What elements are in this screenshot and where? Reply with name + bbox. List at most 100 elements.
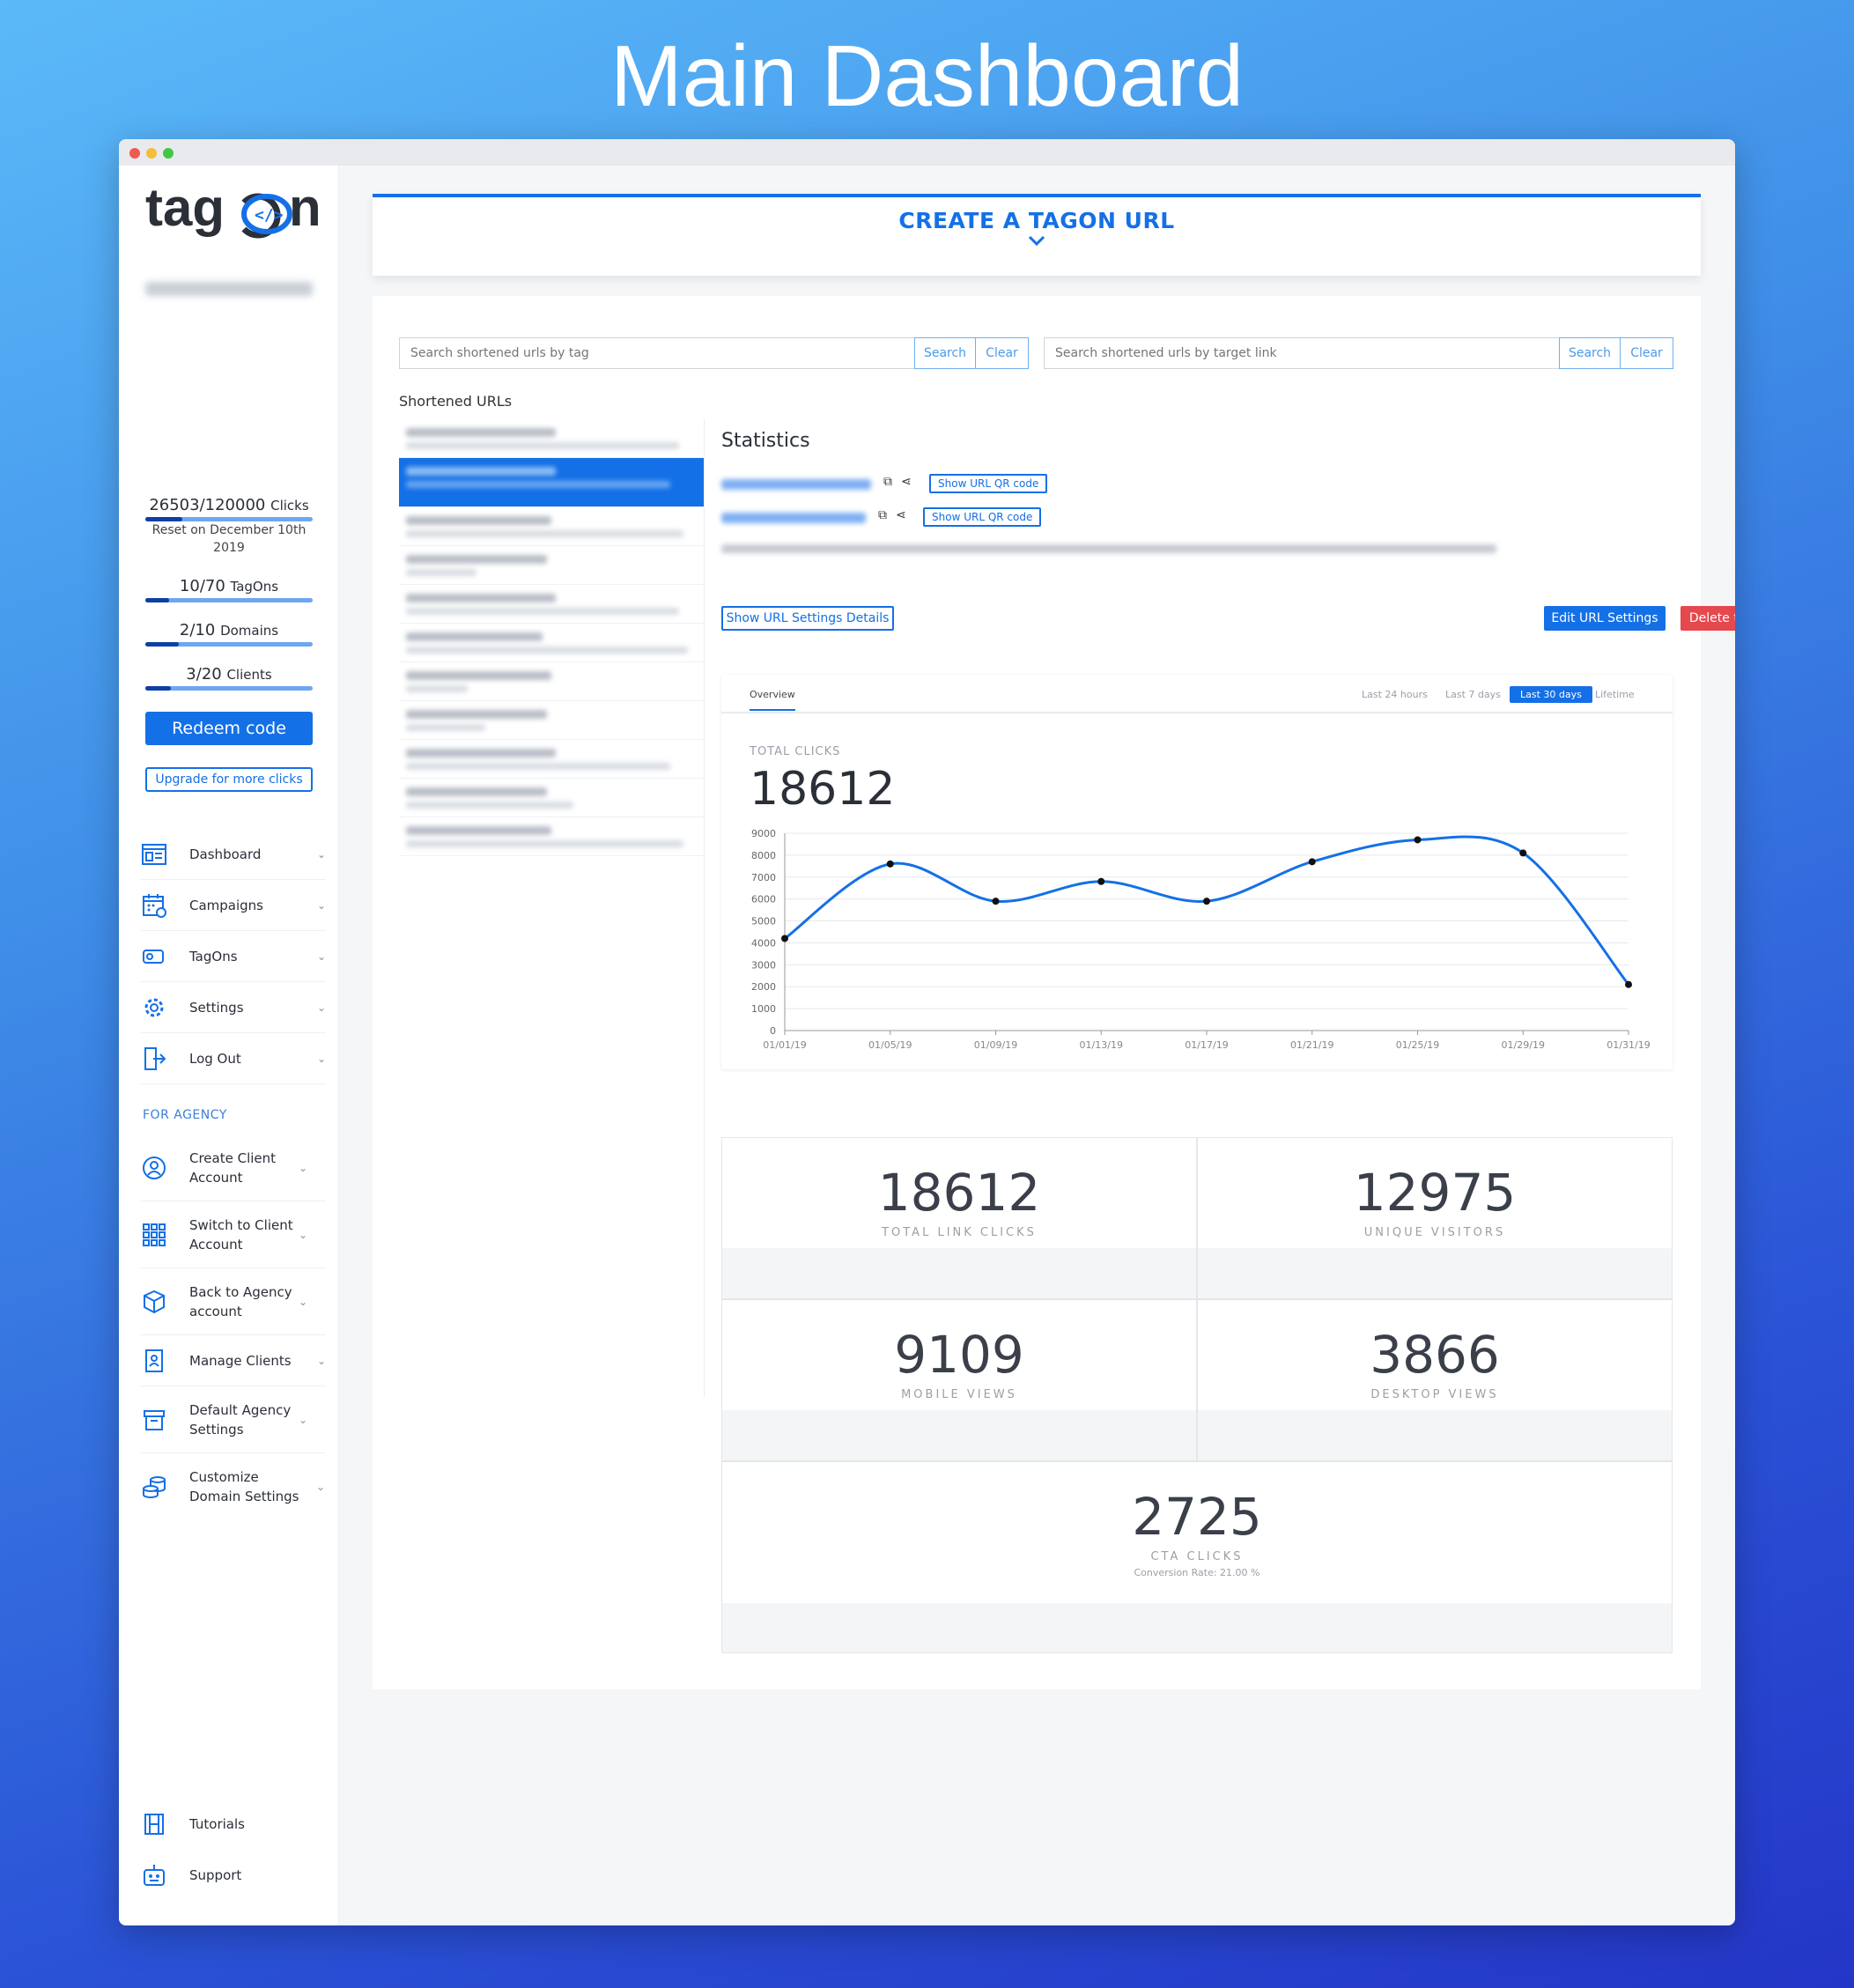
nav-switch-to-client[interactable]: Switch to Client Account ⌄	[141, 1201, 326, 1268]
clicks-quota: 26503/120000 Clicks Reset on December 10…	[145, 496, 313, 557]
y-tick-label: 8000	[751, 850, 776, 861]
show-qr-button[interactable]: Show URL QR code	[929, 474, 1048, 493]
kpi-unique-visitors: 12975 UNIQUE VISITORS	[1197, 1137, 1673, 1299]
page-heading: Main Dashboard	[609, 27, 1245, 124]
list-item[interactable]	[399, 624, 704, 662]
list-item[interactable]	[399, 779, 704, 817]
edit-url-settings-button[interactable]: Edit URL Settings	[1544, 606, 1666, 631]
tag-search-button[interactable]: Search	[914, 337, 976, 369]
create-url-panel[interactable]: CREATE A TAGON URL	[373, 194, 1701, 276]
statistics-title: Statistics	[721, 430, 810, 452]
delete-url-button[interactable]: Delete this URL	[1680, 606, 1735, 631]
short-url-link[interactable]	[721, 479, 871, 490]
x-tick-label: 01/31/19	[1607, 1039, 1650, 1051]
nav-label: Tutorials	[189, 1816, 245, 1832]
kpi-value: 12975	[1353, 1163, 1517, 1223]
list-item[interactable]	[399, 701, 704, 740]
list-item-selected[interactable]	[399, 458, 704, 507]
list-item[interactable]	[399, 585, 704, 624]
nav-tutorials[interactable]: Tutorials	[141, 1811, 245, 1837]
range-last-24-hours[interactable]: Last 24 hours	[1362, 689, 1428, 700]
target-search-button[interactable]: Search	[1559, 337, 1621, 369]
logo[interactable]: tag n </>	[145, 178, 321, 254]
nav-label: Campaigns	[189, 897, 264, 913]
show-settings-details-button[interactable]: Show URL Settings Details	[721, 606, 894, 631]
data-point	[1203, 898, 1210, 905]
nav-label: Settings	[189, 999, 244, 1016]
nav-label: Log Out	[189, 1050, 241, 1067]
tag-search-input[interactable]	[399, 337, 914, 369]
clients-quota: 3/20 Clients	[145, 665, 313, 691]
nav-label: Switch to Client Account	[189, 1216, 293, 1253]
tagons-unit: TagOns	[230, 579, 279, 595]
maximize-window-dot[interactable]	[163, 148, 174, 159]
nav-default-agency-settings[interactable]: Default Agency Settings ⌄	[141, 1386, 326, 1453]
tagons-quota: 10/70 TagOns	[145, 577, 313, 602]
upgrade-button[interactable]: Upgrade for more clicks	[145, 767, 313, 792]
list-item[interactable]	[399, 546, 704, 585]
range-last-30-days[interactable]: Last 30 days	[1510, 686, 1592, 703]
nav-customize-domain-settings[interactable]: Customize Domain Settings ⌄	[141, 1453, 326, 1520]
range-last-7-days[interactable]: Last 7 days	[1445, 689, 1501, 700]
list-item[interactable]	[399, 817, 704, 856]
show-qr-button[interactable]: Show URL QR code	[923, 507, 1042, 527]
minimize-window-dot[interactable]	[146, 148, 157, 159]
clipboard-user-icon	[145, 1349, 163, 1372]
list-item[interactable]	[399, 507, 704, 546]
tagons-count: 10/70	[179, 577, 225, 595]
coins-icon	[143, 1476, 166, 1498]
clicks-unit: Clicks	[270, 498, 309, 514]
copy-icon[interactable]: ⧉	[883, 475, 892, 489]
y-tick-label: 7000	[751, 872, 776, 883]
urls-panel: Search Clear Search Clear Shortened URLs…	[373, 296, 1735, 1689]
share-icon[interactable]: ⋖	[896, 508, 906, 522]
clients-unit: Clients	[226, 667, 272, 683]
kpi-desktop-views: 3866 DESKTOP VIEWS	[1197, 1299, 1673, 1461]
kpi-mobile-views: 9109 MOBILE VIEWS	[721, 1299, 1197, 1461]
logout-icon	[144, 1046, 166, 1070]
short-url-link[interactable]	[721, 513, 866, 523]
chevron-down-icon: ⌄	[298, 1161, 307, 1174]
copy-icon[interactable]: ⧉	[878, 508, 887, 522]
data-point	[1308, 858, 1316, 866]
nav-tagons[interactable]: TagOns ⌄	[141, 931, 326, 982]
nav-logout[interactable]: Log Out ⌄	[141, 1033, 326, 1084]
nav-manage-clients[interactable]: Manage Clients ⌄	[141, 1335, 326, 1386]
kpi-value: 9109	[894, 1325, 1024, 1385]
clicks-chart-card: Overview Last 24 hours Last 7 days Last …	[721, 675, 1673, 1069]
nav-back-to-agency[interactable]: Back to Agency account ⌄	[141, 1268, 326, 1335]
target-clear-button[interactable]: Clear	[1621, 337, 1673, 369]
nav-label: Customize Domain Settings	[189, 1469, 299, 1504]
target-search-input[interactable]	[1044, 337, 1559, 369]
nav-label: Support	[189, 1867, 242, 1883]
agency-section-heading: FOR AGENCY	[143, 1108, 227, 1122]
list-item[interactable]	[399, 419, 704, 458]
range-lifetime[interactable]: Lifetime	[1595, 689, 1635, 700]
share-icon[interactable]: ⋖	[901, 475, 912, 489]
kpi-label: DESKTOP VIEWS	[1370, 1388, 1499, 1401]
kpi-label: UNIQUE VISITORS	[1363, 1226, 1506, 1239]
redeem-code-button[interactable]: Redeem code	[145, 712, 313, 745]
chevron-down-icon: ⌄	[316, 950, 326, 963]
y-tick-label: 3000	[751, 959, 776, 971]
nav-support[interactable]: Support	[141, 1862, 241, 1888]
tab-overview[interactable]: Overview	[750, 689, 795, 711]
tagons-progress-bar	[145, 598, 313, 602]
svg-text:tag: tag	[145, 183, 225, 237]
tag-clear-button[interactable]: Clear	[976, 337, 1029, 369]
list-item[interactable]	[399, 662, 704, 701]
nav-dashboard[interactable]: Dashboard ⌄	[141, 829, 326, 880]
clicks-series-line	[784, 835, 1630, 986]
clicks-progress-bar	[145, 517, 313, 521]
nav-settings[interactable]: Settings ⌄	[141, 982, 326, 1033]
domains-progress-bar	[145, 642, 313, 647]
nav-campaigns[interactable]: Campaigns ⌄	[141, 880, 326, 931]
chevron-down-icon[interactable]	[373, 233, 1701, 251]
nav-label: Back to Agency account	[189, 1283, 292, 1319]
nav-create-client-account[interactable]: Create Client Account ⌄	[141, 1134, 326, 1201]
kpi-total-link-clicks: 18612 TOTAL LINK CLICKS	[721, 1137, 1197, 1299]
create-url-title[interactable]: CREATE A TAGON URL	[373, 208, 1701, 233]
domains-unit: Domains	[220, 623, 279, 639]
list-item[interactable]	[399, 740, 704, 779]
close-window-dot[interactable]	[129, 148, 140, 159]
